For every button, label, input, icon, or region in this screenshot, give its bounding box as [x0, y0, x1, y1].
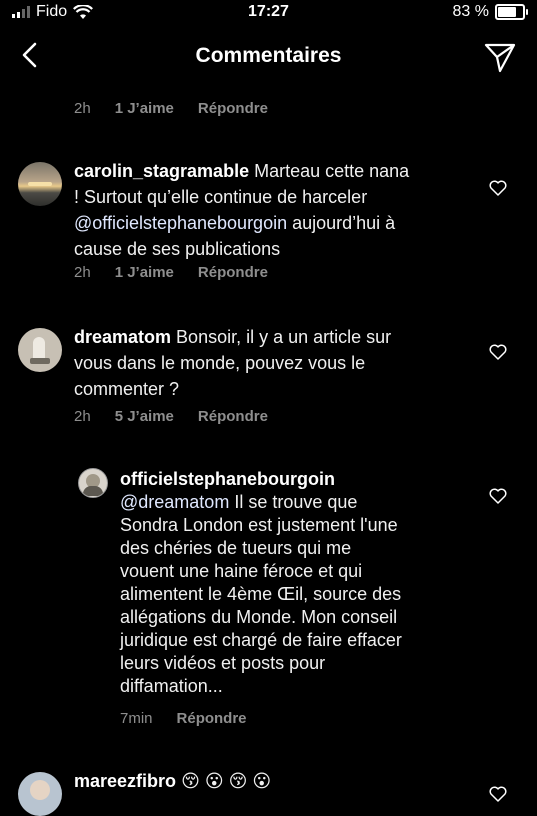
comment-meta: 2h 1 J’aime Répondre	[74, 264, 268, 281]
comment-line: Marteau cette nana	[254, 161, 410, 181]
avatar[interactable]	[18, 772, 62, 816]
reply-button[interactable]: Répondre	[198, 100, 268, 117]
like-count[interactable]: 1 J’aime	[115, 100, 174, 117]
comment-line: leurs vidéos et posts pour	[120, 653, 326, 673]
comment-line: Il se trouve que	[229, 492, 358, 512]
comment-line: juridique est chargé de faire effacer	[120, 630, 402, 650]
comment-time: 7min	[120, 710, 153, 727]
header: Commentaires	[0, 26, 537, 86]
mention-link[interactable]: @dreamatom	[120, 492, 229, 512]
emoji-text: 😚 😮 😚 😮	[181, 771, 272, 791]
page-title: Commentaires	[195, 44, 342, 67]
comment-time: 2h	[74, 100, 91, 117]
comment-line: diffamation...	[120, 676, 223, 696]
avatar[interactable]	[18, 328, 62, 372]
comment-time: 2h	[74, 264, 91, 281]
heart-icon[interactable]	[489, 488, 507, 504]
battery-percent: 83 %	[452, 3, 489, 20]
mention-link[interactable]: @officielstephanebourgoin	[74, 213, 287, 233]
like-count[interactable]: 1 J’aime	[115, 264, 174, 281]
reply-button[interactable]: Répondre	[177, 710, 247, 727]
comment-text: dreamatom Bonsoir, il y a un article sur…	[74, 324, 391, 402]
comment-line: alimentent le 4ème Œil, source des	[120, 584, 402, 604]
comment-username[interactable]: dreamatom	[74, 327, 171, 347]
comment-line: vous dans le monde, pouvez vous le	[74, 353, 366, 373]
avatar[interactable]	[18, 162, 62, 206]
comment-meta: 2h 5 J’aime Répondre	[74, 408, 268, 425]
comment-line: cause de ses publications	[74, 239, 281, 259]
status-bar: Fido 17:27 83 %	[0, 0, 537, 26]
send-icon[interactable]	[483, 40, 517, 74]
comment-username[interactable]: mareezfibro	[74, 771, 176, 791]
comment-line: Sondra London est justement l'une	[120, 515, 398, 535]
comment-text: officielstephanebourgoin @dreamatom Il s…	[120, 468, 402, 698]
heart-icon[interactable]	[489, 344, 507, 360]
comment-text: mareezfibro 😚 😮 😚 😮	[74, 768, 271, 794]
reply-button[interactable]: Répondre	[198, 264, 268, 281]
comment-line: commenter ?	[74, 379, 180, 399]
comment-text: carolin_stagramable Marteau cette nana !…	[74, 158, 409, 262]
comment-time: 2h	[74, 408, 91, 425]
comment-line: Bonsoir, il y a un article sur	[176, 327, 392, 347]
comment-meta: 7min Répondre	[120, 710, 247, 727]
comment-meta: 2h 1 J’aime Répondre	[74, 100, 268, 117]
comment-line: ! Surtout qu’elle continue de harceler	[74, 187, 368, 207]
like-count[interactable]: 5 J’aime	[115, 408, 174, 425]
status-right: 83 %	[452, 3, 528, 21]
comment-line: des chéries de tueurs qui me	[120, 538, 352, 558]
comment-line: allégations du Monde. Mon conseil	[120, 607, 398, 627]
reply-button[interactable]: Répondre	[198, 408, 268, 425]
battery-fill	[498, 7, 517, 17]
comment-username[interactable]: carolin_stagramable	[74, 161, 249, 181]
comment-line: vouent une haine féroce et qui	[120, 561, 363, 581]
battery-icon	[495, 4, 528, 20]
heart-icon[interactable]	[489, 180, 507, 196]
comment-line: aujourd’hui à	[287, 213, 396, 233]
avatar[interactable]	[78, 468, 108, 498]
heart-icon[interactable]	[489, 786, 507, 802]
comment-username[interactable]: officielstephanebourgoin	[120, 469, 335, 489]
